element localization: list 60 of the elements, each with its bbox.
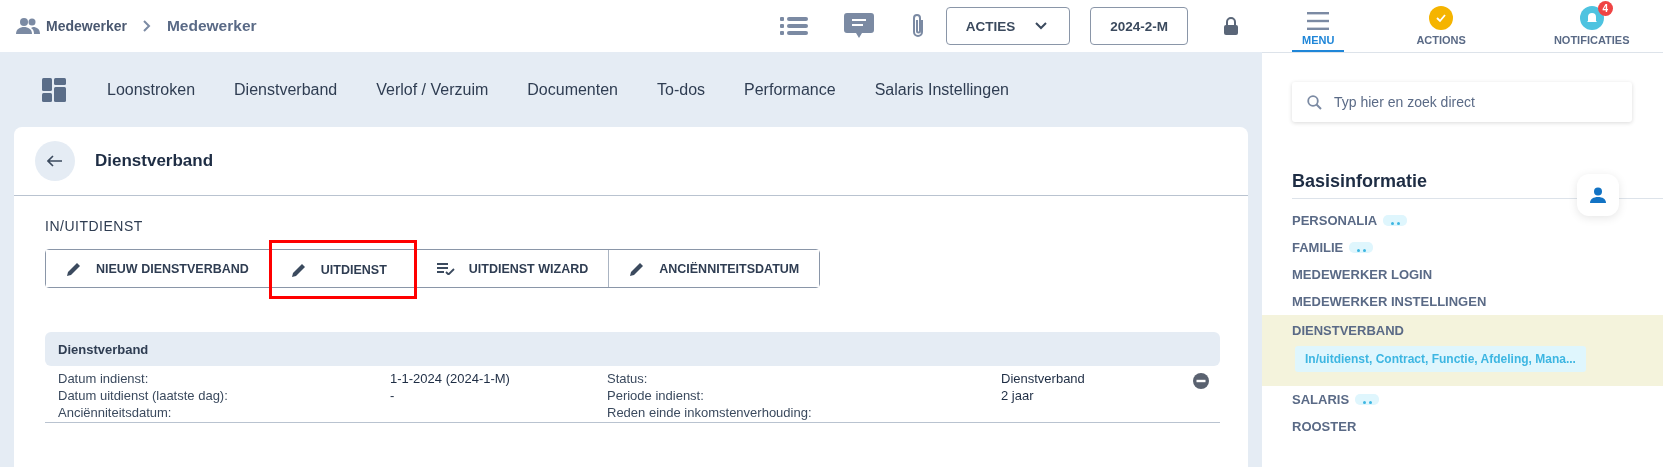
- people-icon: [16, 17, 40, 35]
- field-label: Anciënniteitsdatum:: [58, 404, 173, 421]
- tab[interactable]: Performance: [744, 80, 836, 99]
- checklist-icon: [436, 262, 455, 275]
- menu-item[interactable]: PERSONALIA: [1262, 207, 1663, 234]
- chevron-right-icon: [142, 20, 151, 32]
- menu-icon: [1307, 12, 1330, 30]
- menu-item[interactable]: MEDEWERKER INSTELLINGEN: [1262, 288, 1663, 315]
- actions-dropdown[interactable]: ACTIES: [945, 7, 1071, 45]
- field-label: Datum uitdienst (laatste dag):: [58, 387, 229, 404]
- panel-tab[interactable]: MENU: [1292, 6, 1345, 52]
- breadcrumb-item[interactable]: Medewerker: [46, 18, 127, 34]
- breadcrumb-item: Medewerker: [166, 17, 257, 35]
- section-title: IN/UITDIENST: [45, 218, 144, 234]
- back-button[interactable]: [35, 141, 75, 181]
- person-icon: [1590, 187, 1606, 203]
- field-value: 1-1-2024 (2024-1-M): [390, 370, 511, 387]
- panel-tab[interactable]: 4 NOTIFICATIES: [1543, 0, 1640, 52]
- search-field[interactable]: Typ hier en zoek direct: [1292, 82, 1632, 122]
- panel-tab[interactable]: ACTIONS: [1406, 0, 1476, 52]
- field-value: Dienstverband: [1001, 370, 1086, 387]
- menu-item[interactable]: SALARIS: [1262, 386, 1663, 413]
- more-pill[interactable]: [1349, 242, 1374, 253]
- field-value: -: [390, 387, 396, 404]
- remove-icon[interactable]: [1193, 373, 1209, 389]
- search-icon: [1307, 94, 1322, 110]
- bell-icon: [1579, 6, 1604, 30]
- check-circle-icon: [1429, 6, 1454, 30]
- tab[interactable]: Salaris Instellingen: [874, 80, 1009, 99]
- more-pill[interactable]: [1383, 215, 1408, 226]
- dashboard-icon[interactable]: [42, 77, 66, 102]
- arrow-left-icon: [47, 155, 63, 167]
- person-button[interactable]: [1577, 174, 1619, 216]
- menu-item[interactable]: MEDEWERKER LOGIN: [1262, 261, 1663, 288]
- table-header: Dienstverband: [45, 332, 1220, 366]
- card-title: Dienstverband: [95, 151, 214, 171]
- field-label: Reden einde inkomstenverhouding:: [607, 404, 813, 421]
- menu-item[interactable]: DIENSTVERBAND In/uitdienst, Contract, Functie, Afdeling, Mana...: [1262, 315, 1663, 386]
- tab[interactable]: Loonstroken: [107, 80, 196, 99]
- menu-item[interactable]: ROOSTER: [1262, 413, 1663, 440]
- list-icon[interactable]: [779, 16, 808, 36]
- tab[interactable]: Verlof / Verzuim: [376, 80, 489, 99]
- period-button[interactable]: 2024-2-M: [1090, 7, 1188, 45]
- section-title: Basisinformatie: [1292, 170, 1428, 192]
- field-label: Periode indienst:: [607, 387, 705, 404]
- chat-icon[interactable]: [843, 13, 874, 39]
- tab[interactable]: Dienstverband: [234, 80, 338, 99]
- more-pill[interactable]: [1355, 394, 1380, 405]
- field-label: Status:: [607, 370, 649, 387]
- action-button[interactable]: UITDIENST: [268, 240, 417, 299]
- action-button[interactable]: ANCIËNNITEITSDATUM: [608, 250, 820, 287]
- tab[interactable]: Documenten: [527, 80, 618, 99]
- field-label: Datum indienst:: [58, 370, 150, 387]
- pencil-icon: [66, 260, 82, 277]
- tab[interactable]: To-dos: [657, 80, 706, 99]
- field-value: 2 jaar: [1001, 387, 1035, 404]
- menu-item[interactable]: FAMILIE: [1262, 234, 1663, 261]
- pencil-icon: [629, 260, 646, 277]
- caret-icon: [1035, 22, 1048, 30]
- pencil-icon: [290, 261, 307, 278]
